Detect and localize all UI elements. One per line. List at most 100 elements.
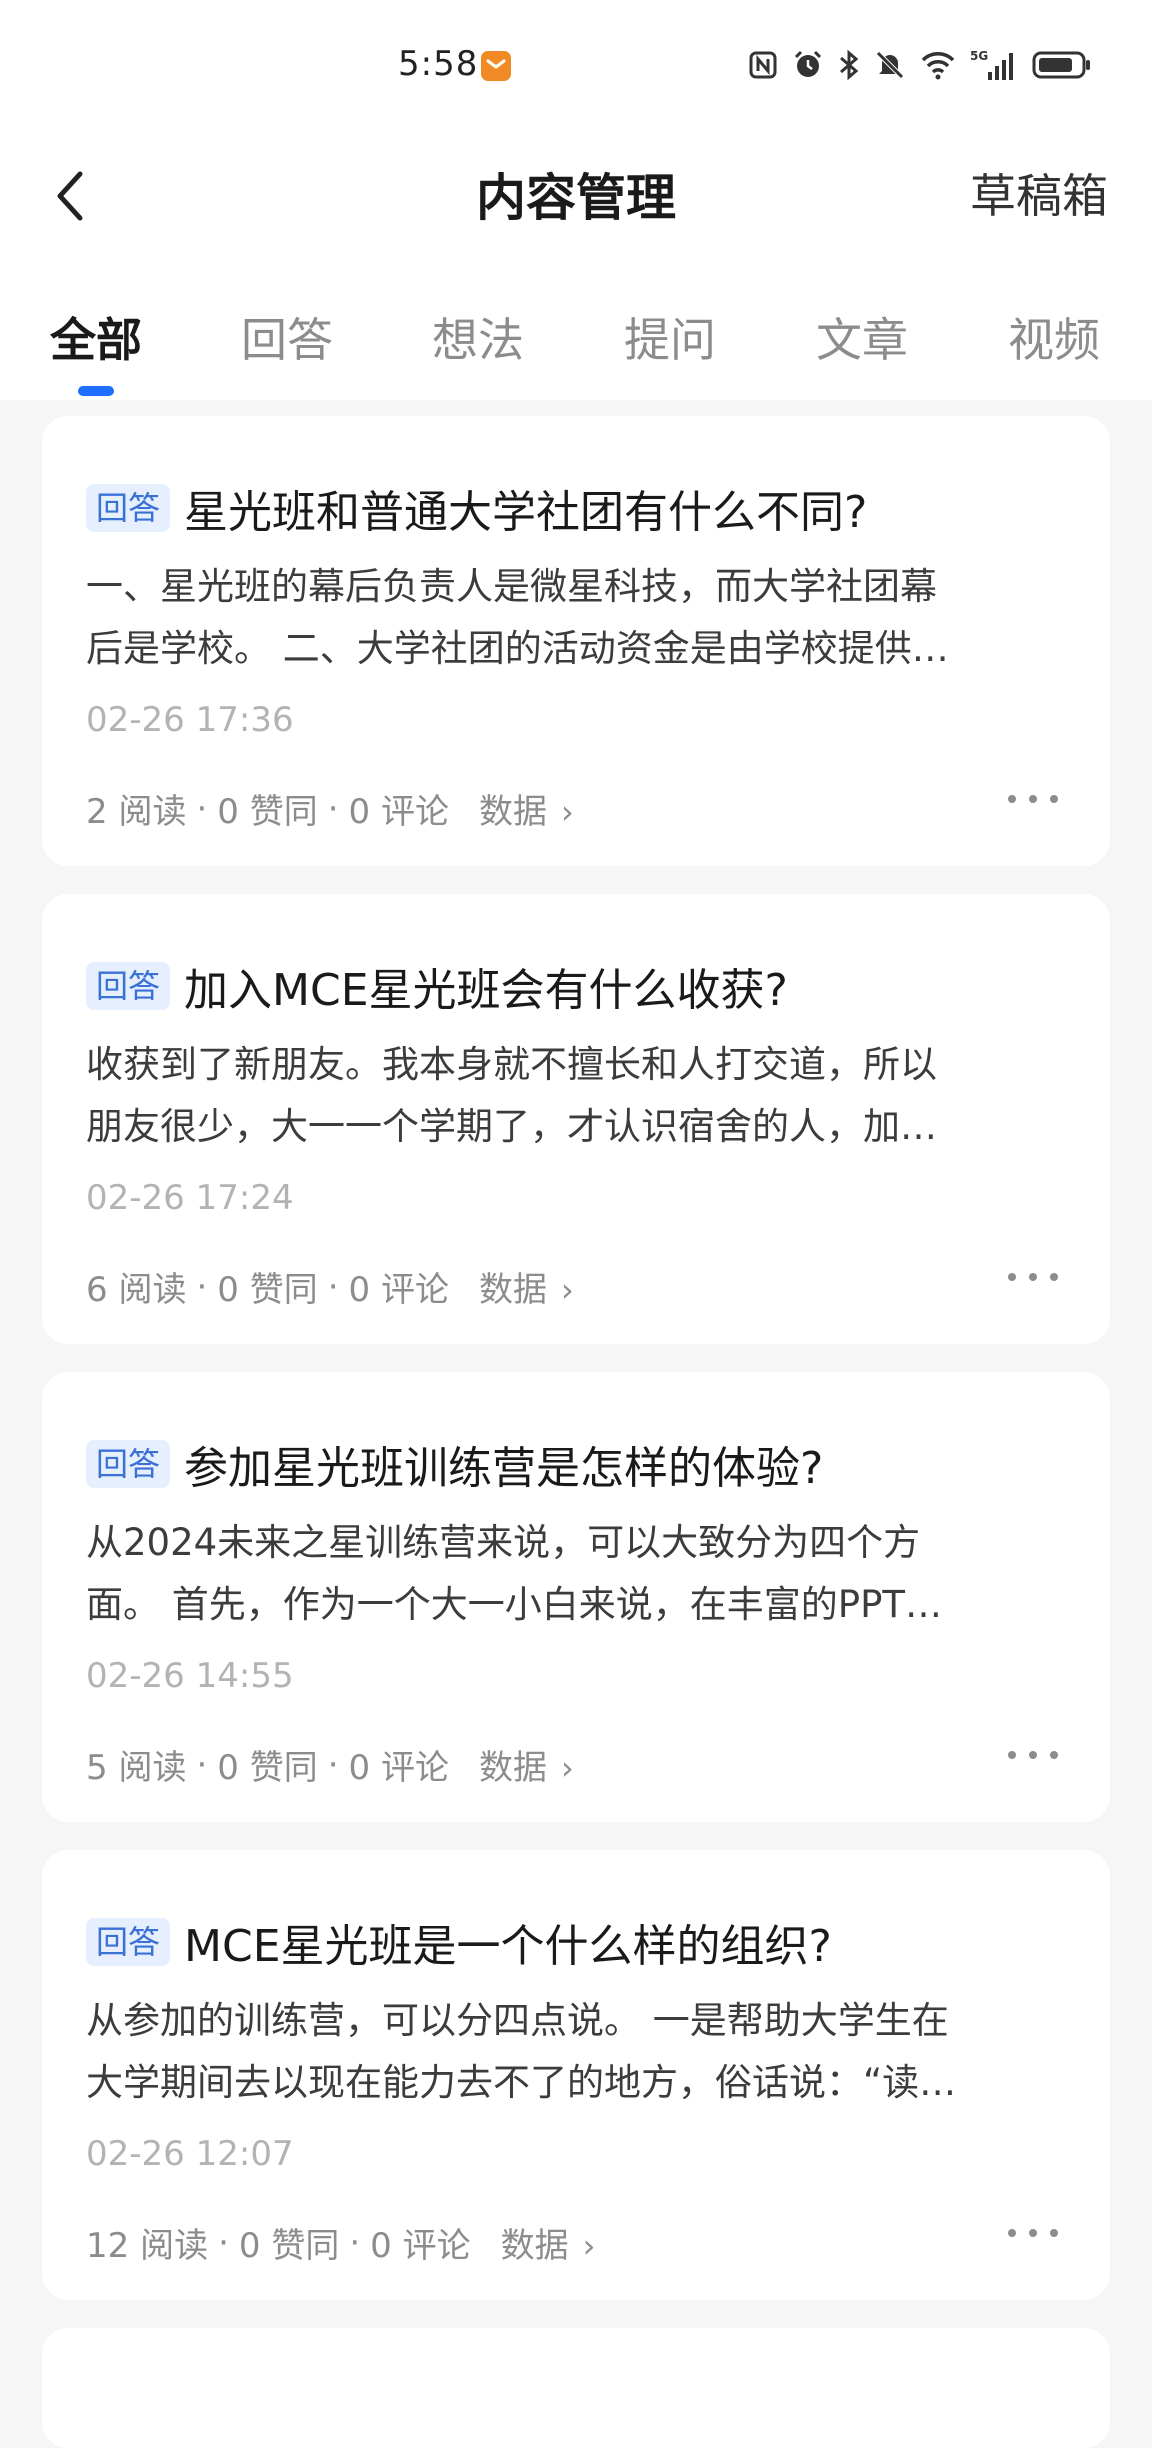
tab-answers[interactable]: 回答 [241,304,333,370]
type-tag: 回答 [86,962,171,1010]
more-options-button[interactable] [1008,1262,1058,1292]
card-stats: 5 阅读 · 0 赞同 · 0 评论 数据 › [86,1740,574,1789]
more-options-button[interactable] [1008,784,1058,814]
stat-separator: · [196,1266,208,1307]
stat-separator: · [196,1744,208,1785]
read-count: 5 阅读 [86,1748,187,1788]
excerpt-line: 收获到了新朋友。我本身就不擅长和人打交道，所以 [86,1043,937,1086]
like-count: 0 赞同 [238,2226,340,2266]
content-card[interactable]: 回答 参加星光班训练营是怎样的体验? 从2024未来之星训练营来说，可以大致分为… [42,1372,1110,1822]
more-dot [1050,1751,1058,1759]
data-link-label: 数据 [478,1270,547,1310]
tab-articles[interactable]: 文章 [816,304,908,370]
data-link[interactable]: 数据 › [479,1262,574,1311]
excerpt-line: 面。 首先，作为一个大一小白来说，在丰富的PPT… [86,1583,942,1626]
more-dot [1008,1751,1016,1759]
tab-all[interactable]: 全部 [50,304,142,370]
stat-separator: · [196,788,208,829]
more-options-button[interactable] [1008,2218,1058,2248]
content-card[interactable]: 回答 加入MCE星光班会有什么收获? 收获到了新朋友。我本身就不擅长和人打交道，… [42,894,1110,1344]
more-dot [1008,1273,1016,1281]
svg-text:5G: 5G [970,49,988,63]
mute-icon [874,49,906,85]
card-title[interactable]: MCE星光班是一个什么样的组织? [184,1910,832,1974]
card-excerpt[interactable]: 从2024未来之星训练营来说，可以大致分为四个方 面。 首先，作为一个大一小白来… [86,1512,1086,1636]
like-count: 0 赞同 [217,792,318,832]
card-stats: 12 阅读 · 0 赞同 · 0 评论 数据 › [86,2218,595,2267]
read-count: 2 阅读 [86,792,187,832]
comment-count: 0 评论 [348,1270,449,1310]
stat-separator: · [327,788,339,829]
data-link[interactable]: 数据 › [479,1740,574,1789]
tab-questions[interactable]: 提问 [624,304,716,370]
draft-box-button[interactable]: 草稿箱 [970,160,1108,226]
comment-count: 0 评论 [348,1748,449,1788]
more-dot [1008,795,1016,803]
tab-videos[interactable]: 视频 [1008,304,1100,370]
chevron-right-icon: › [560,793,574,831]
read-count: 12 阅读 [86,2226,209,2266]
tab-thoughts[interactable]: 想法 [432,304,524,370]
type-tag: 回答 [86,1918,171,1966]
card-title[interactable]: 参加星光班训练营是怎样的体验? [184,1432,823,1496]
content-card[interactable]: 回答 星光班和普通大学社团有什么不同? 一、星光班的幕后负责人是微星科技，而大学… [42,416,1110,866]
type-tag: 回答 [86,1440,171,1488]
chevron-right-icon: › [560,1749,574,1787]
nfc-icon [748,50,778,84]
more-dot [1029,795,1037,803]
stat-separator: · [218,2222,229,2263]
more-dot [1029,2229,1037,2237]
card-title[interactable]: 加入MCE星光班会有什么收获? [184,954,788,1018]
excerpt-line: 从参加的训练营，可以分四点说。 一是帮助大学生在 [86,1999,949,2042]
content-tabs: 全部 回答 想法 提问 文章 视频 [0,270,1152,400]
card-title[interactable]: 星光班和普通大学社团有什么不同? [184,476,867,540]
5g-signal-icon: 5G [970,48,1018,86]
alarm-icon [792,49,824,85]
stat-separator: · [349,2222,361,2263]
excerpt-line: 一、星光班的幕后负责人是微星科技，而大学社团幕 [86,565,937,608]
more-dot [1029,1751,1037,1759]
stat-separator: · [327,1266,339,1307]
more-dot [1050,1273,1058,1281]
more-dot [1050,795,1058,803]
card-title-row: 回答 参加星光班训练营是怎样的体验? [86,1434,1070,1494]
card-title-row: 回答 星光班和普通大学社团有什么不同? [86,478,1070,538]
battery-icon [1032,50,1092,84]
data-link-label: 数据 [478,1748,547,1788]
card-date: 02-26 17:24 [86,1178,294,1218]
like-count: 0 赞同 [217,1748,318,1788]
data-link-label: 数据 [478,792,547,832]
card-excerpt[interactable]: 一、星光班的幕后负责人是微星科技，而大学社团幕 后是学校。 二、大学社团的活动资… [86,556,1086,680]
type-tag: 回答 [86,484,171,532]
chevron-right-icon: › [582,2227,596,2265]
content-card-partial[interactable] [42,2328,1110,2448]
chevron-right-icon: › [560,1271,574,1309]
card-title-row: 回答 MCE星光班是一个什么样的组织? [86,1912,1070,1972]
card-stats: 2 阅读 · 0 赞同 · 0 评论 数据 › [86,784,574,833]
more-dot [1029,1273,1037,1281]
card-title-row: 回答 加入MCE星光班会有什么收获? [86,956,1070,1016]
content-card[interactable]: 回答 MCE星光班是一个什么样的组织? 从参加的训练营，可以分四点说。 一是帮助… [42,1850,1110,2300]
status-bar: 5:58 5G [0,0,1152,130]
wifi-icon [920,50,956,84]
data-link[interactable]: 数据 › [479,784,574,833]
excerpt-line: 从2024未来之星训练营来说，可以大致分为四个方 [86,1521,921,1564]
status-time: 5:58 [398,44,479,84]
app-header: 内容管理 草稿箱 [0,130,1152,270]
comment-count: 0 评论 [370,2226,471,2266]
card-date: 02-26 14:55 [86,1656,294,1696]
card-excerpt[interactable]: 收获到了新朋友。我本身就不擅长和人打交道，所以 朋友很少，大一一个学期了，才认识… [86,1034,1086,1158]
card-excerpt[interactable]: 从参加的训练营，可以分四点说。 一是帮助大学生在 大学期间去以现在能力去不了的地… [86,1990,1086,2114]
like-count: 0 赞同 [217,1270,318,1310]
excerpt-line: 后是学校。 二、大学社团的活动资金是由学校提供… [86,627,949,670]
excerpt-line: 朋友很少，大一一个学期了，才认识宿舍的人，加… [86,1105,937,1148]
stat-separator: · [327,1744,339,1785]
bluetooth-icon [838,49,860,85]
status-icons: 5G [748,47,1092,87]
excerpt-line: 大学期间去以现在能力去不了的地方，俗话说：“读… [86,2061,957,2104]
more-options-button[interactable] [1008,1740,1058,1770]
more-dot [1008,2229,1016,2237]
data-link[interactable]: 数据 › [501,2218,596,2267]
notification-app-icon [481,51,511,81]
card-stats: 6 阅读 · 0 赞同 · 0 评论 数据 › [86,1262,574,1311]
